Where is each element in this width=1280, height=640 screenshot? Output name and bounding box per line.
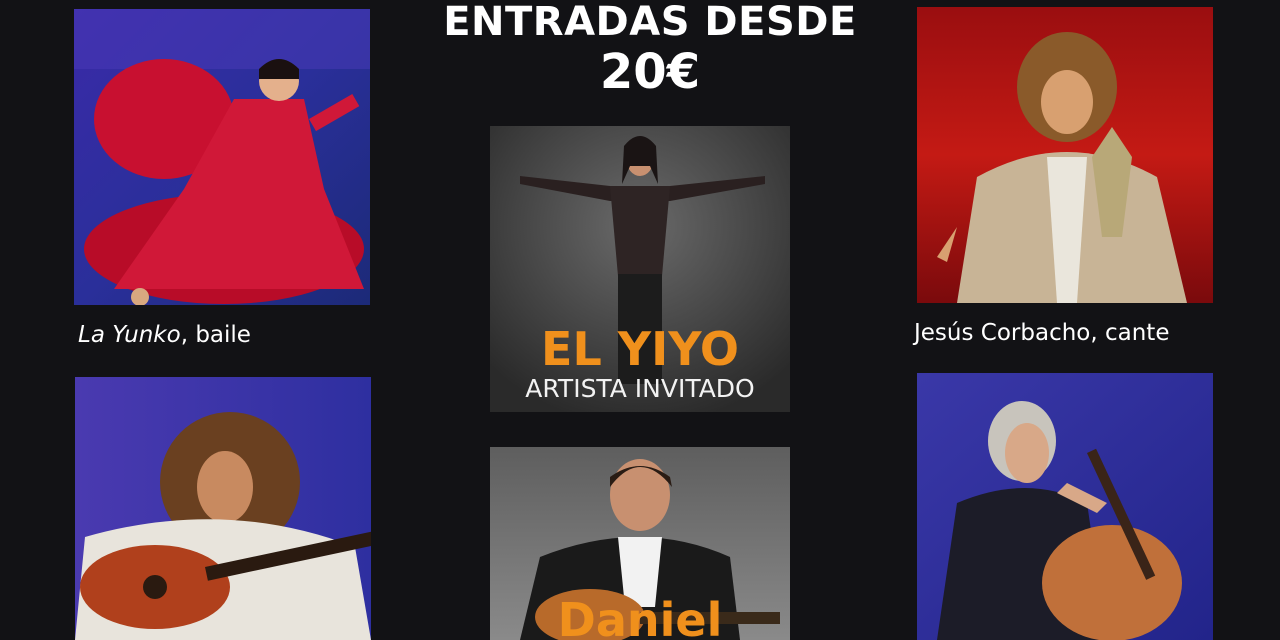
el-yiyo-name: EL YIYO — [541, 322, 739, 376]
artist-role-la-yunko: , baile — [180, 322, 251, 348]
daniel-name: Daniel — [557, 593, 723, 640]
ticket-price-headline: ENTRADAS DESDE 20€ — [400, 2, 900, 96]
photo-guitarist — [75, 377, 371, 640]
headline-price: 20€ — [599, 44, 701, 100]
caption-la-yunko: La Yunko, baile — [78, 322, 251, 348]
photo-la-yunko — [74, 9, 370, 305]
headline-line-1: ENTRADAS DESDE — [443, 0, 857, 45]
el-yiyo-subtitle: ARTISTA INVITADO — [525, 374, 755, 403]
photo-el-yiyo: EL YIYO ARTISTA INVITADO — [490, 126, 790, 412]
photo-jesus-corbacho — [917, 7, 1213, 303]
artist-name-la-yunko: La Yunko — [78, 322, 181, 348]
photo-daniel: Daniel — [490, 447, 790, 640]
photo-cellist — [917, 373, 1213, 640]
caption-jesus-corbacho: Jesús Corbacho, cante — [914, 320, 1170, 346]
